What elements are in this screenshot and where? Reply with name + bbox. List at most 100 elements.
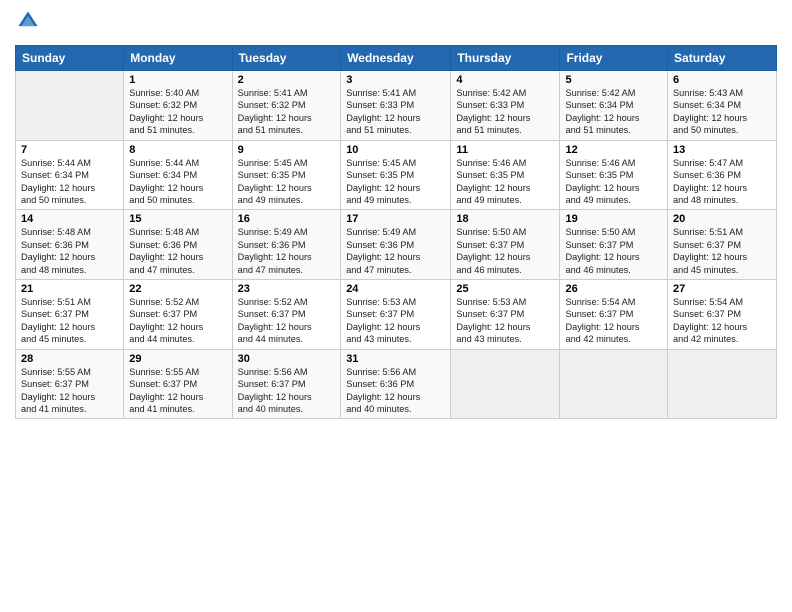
calendar-cell: 12Sunrise: 5:46 AM Sunset: 6:35 PM Dayli… bbox=[560, 140, 668, 210]
day-number: 17 bbox=[346, 213, 445, 225]
column-header-tuesday: Tuesday bbox=[232, 46, 341, 71]
day-info: Sunrise: 5:49 AM Sunset: 6:36 PM Dayligh… bbox=[238, 226, 336, 276]
day-number: 9 bbox=[238, 144, 336, 156]
calendar-cell: 19Sunrise: 5:50 AM Sunset: 6:37 PM Dayli… bbox=[560, 210, 668, 280]
calendar-cell: 14Sunrise: 5:48 AM Sunset: 6:36 PM Dayli… bbox=[16, 210, 124, 280]
calendar-cell bbox=[668, 349, 777, 419]
day-number: 30 bbox=[238, 353, 336, 365]
calendar-cell: 13Sunrise: 5:47 AM Sunset: 6:36 PM Dayli… bbox=[668, 140, 777, 210]
day-info: Sunrise: 5:54 AM Sunset: 6:37 PM Dayligh… bbox=[565, 296, 662, 346]
day-number: 3 bbox=[346, 74, 445, 86]
day-info: Sunrise: 5:53 AM Sunset: 6:37 PM Dayligh… bbox=[456, 296, 554, 346]
calendar-cell: 17Sunrise: 5:49 AM Sunset: 6:36 PM Dayli… bbox=[341, 210, 451, 280]
day-number: 21 bbox=[21, 283, 118, 295]
calendar-cell: 29Sunrise: 5:55 AM Sunset: 6:37 PM Dayli… bbox=[124, 349, 232, 419]
calendar-cell bbox=[560, 349, 668, 419]
day-number: 22 bbox=[129, 283, 226, 295]
calendar-cell: 2Sunrise: 5:41 AM Sunset: 6:32 PM Daylig… bbox=[232, 71, 341, 141]
day-number: 18 bbox=[456, 213, 554, 225]
day-info: Sunrise: 5:48 AM Sunset: 6:36 PM Dayligh… bbox=[129, 226, 226, 276]
day-info: Sunrise: 5:55 AM Sunset: 6:37 PM Dayligh… bbox=[129, 366, 226, 416]
day-number: 13 bbox=[673, 144, 771, 156]
day-info: Sunrise: 5:52 AM Sunset: 6:37 PM Dayligh… bbox=[129, 296, 226, 346]
calendar-cell: 28Sunrise: 5:55 AM Sunset: 6:37 PM Dayli… bbox=[16, 349, 124, 419]
week-row-2: 7Sunrise: 5:44 AM Sunset: 6:34 PM Daylig… bbox=[16, 140, 777, 210]
calendar-cell bbox=[16, 71, 124, 141]
calendar-body: 1Sunrise: 5:40 AM Sunset: 6:32 PM Daylig… bbox=[16, 71, 777, 419]
page-header bbox=[15, 10, 777, 37]
day-info: Sunrise: 5:52 AM Sunset: 6:37 PM Dayligh… bbox=[238, 296, 336, 346]
calendar-cell: 9Sunrise: 5:45 AM Sunset: 6:35 PM Daylig… bbox=[232, 140, 341, 210]
calendar-cell: 27Sunrise: 5:54 AM Sunset: 6:37 PM Dayli… bbox=[668, 280, 777, 350]
day-number: 12 bbox=[565, 144, 662, 156]
calendar-cell: 1Sunrise: 5:40 AM Sunset: 6:32 PM Daylig… bbox=[124, 71, 232, 141]
calendar-cell: 5Sunrise: 5:42 AM Sunset: 6:34 PM Daylig… bbox=[560, 71, 668, 141]
day-info: Sunrise: 5:50 AM Sunset: 6:37 PM Dayligh… bbox=[565, 226, 662, 276]
header-row: SundayMondayTuesdayWednesdayThursdayFrid… bbox=[16, 46, 777, 71]
day-number: 15 bbox=[129, 213, 226, 225]
week-row-3: 14Sunrise: 5:48 AM Sunset: 6:36 PM Dayli… bbox=[16, 210, 777, 280]
column-header-sunday: Sunday bbox=[16, 46, 124, 71]
column-header-monday: Monday bbox=[124, 46, 232, 71]
day-info: Sunrise: 5:41 AM Sunset: 6:32 PM Dayligh… bbox=[238, 87, 336, 137]
calendar-cell: 20Sunrise: 5:51 AM Sunset: 6:37 PM Dayli… bbox=[668, 210, 777, 280]
day-info: Sunrise: 5:46 AM Sunset: 6:35 PM Dayligh… bbox=[456, 157, 554, 207]
calendar-cell: 15Sunrise: 5:48 AM Sunset: 6:36 PM Dayli… bbox=[124, 210, 232, 280]
day-info: Sunrise: 5:51 AM Sunset: 6:37 PM Dayligh… bbox=[21, 296, 118, 346]
day-number: 11 bbox=[456, 144, 554, 156]
calendar-cell: 7Sunrise: 5:44 AM Sunset: 6:34 PM Daylig… bbox=[16, 140, 124, 210]
day-number: 6 bbox=[673, 74, 771, 86]
day-info: Sunrise: 5:51 AM Sunset: 6:37 PM Dayligh… bbox=[673, 226, 771, 276]
column-header-thursday: Thursday bbox=[451, 46, 560, 71]
calendar-cell: 26Sunrise: 5:54 AM Sunset: 6:37 PM Dayli… bbox=[560, 280, 668, 350]
calendar-cell: 31Sunrise: 5:56 AM Sunset: 6:36 PM Dayli… bbox=[341, 349, 451, 419]
day-number: 23 bbox=[238, 283, 336, 295]
calendar-cell: 3Sunrise: 5:41 AM Sunset: 6:33 PM Daylig… bbox=[341, 71, 451, 141]
calendar-header: SundayMondayTuesdayWednesdayThursdayFrid… bbox=[16, 46, 777, 71]
day-number: 8 bbox=[129, 144, 226, 156]
day-info: Sunrise: 5:56 AM Sunset: 6:36 PM Dayligh… bbox=[346, 366, 445, 416]
day-info: Sunrise: 5:45 AM Sunset: 6:35 PM Dayligh… bbox=[346, 157, 445, 207]
calendar-cell: 6Sunrise: 5:43 AM Sunset: 6:34 PM Daylig… bbox=[668, 71, 777, 141]
calendar-cell: 16Sunrise: 5:49 AM Sunset: 6:36 PM Dayli… bbox=[232, 210, 341, 280]
calendar-cell: 11Sunrise: 5:46 AM Sunset: 6:35 PM Dayli… bbox=[451, 140, 560, 210]
day-number: 28 bbox=[21, 353, 118, 365]
day-info: Sunrise: 5:40 AM Sunset: 6:32 PM Dayligh… bbox=[129, 87, 226, 137]
day-info: Sunrise: 5:43 AM Sunset: 6:34 PM Dayligh… bbox=[673, 87, 771, 137]
day-info: Sunrise: 5:44 AM Sunset: 6:34 PM Dayligh… bbox=[129, 157, 226, 207]
day-number: 7 bbox=[21, 144, 118, 156]
day-info: Sunrise: 5:45 AM Sunset: 6:35 PM Dayligh… bbox=[238, 157, 336, 207]
calendar-cell: 10Sunrise: 5:45 AM Sunset: 6:35 PM Dayli… bbox=[341, 140, 451, 210]
calendar-cell: 8Sunrise: 5:44 AM Sunset: 6:34 PM Daylig… bbox=[124, 140, 232, 210]
calendar-cell: 24Sunrise: 5:53 AM Sunset: 6:37 PM Dayli… bbox=[341, 280, 451, 350]
day-info: Sunrise: 5:46 AM Sunset: 6:35 PM Dayligh… bbox=[565, 157, 662, 207]
day-number: 31 bbox=[346, 353, 445, 365]
week-row-4: 21Sunrise: 5:51 AM Sunset: 6:37 PM Dayli… bbox=[16, 280, 777, 350]
day-info: Sunrise: 5:53 AM Sunset: 6:37 PM Dayligh… bbox=[346, 296, 445, 346]
week-row-5: 28 Sunrise: 5:55 AM Sunset: 6:37 PM Dayli… bbox=[16, 349, 777, 419]
calendar-cell: 21Sunrise: 5:51 AM Sunset: 6:37 PM Dayli… bbox=[16, 280, 124, 350]
column-header-friday: Friday bbox=[560, 46, 668, 71]
calendar-cell bbox=[451, 349, 560, 419]
calendar-cell: 22Sunrise: 5:52 AM Sunset: 6:37 PM Dayli… bbox=[124, 280, 232, 350]
day-number: 14 bbox=[21, 213, 118, 225]
day-info: Sunrise: 5:41 AM Sunset: 6:33 PM Dayligh… bbox=[346, 87, 445, 137]
day-info: Sunrise: 5:48 AM Sunset: 6:36 PM Dayligh… bbox=[21, 226, 118, 276]
calendar-cell: 30Sunrise: 5:56 AM Sunset: 6:37 PM Dayli… bbox=[232, 349, 341, 419]
day-number: 20 bbox=[673, 213, 771, 225]
day-number: 2 bbox=[238, 74, 336, 86]
calendar-cell: 23Sunrise: 5:52 AM Sunset: 6:37 PM Dayli… bbox=[232, 280, 341, 350]
calendar-cell: 4Sunrise: 5:42 AM Sunset: 6:33 PM Daylig… bbox=[451, 71, 560, 141]
day-info: Sunrise: 5:54 AM Sunset: 6:37 PM Dayligh… bbox=[673, 296, 771, 346]
day-info: Sunrise: 5:42 AM Sunset: 6:34 PM Dayligh… bbox=[565, 87, 662, 137]
day-info: Sunrise: 5:50 AM Sunset: 6:37 PM Dayligh… bbox=[456, 226, 554, 276]
calendar-cell: 25Sunrise: 5:53 AM Sunset: 6:37 PM Dayli… bbox=[451, 280, 560, 350]
day-info: Sunrise: 5:47 AM Sunset: 6:36 PM Dayligh… bbox=[673, 157, 771, 207]
day-number: 25 bbox=[456, 283, 554, 295]
day-info: Sunrise: 5:56 AM Sunset: 6:37 PM Dayligh… bbox=[238, 366, 336, 416]
week-row-1: 1Sunrise: 5:40 AM Sunset: 6:32 PM Daylig… bbox=[16, 71, 777, 141]
day-info: Sunrise: 5:44 AM Sunset: 6:34 PM Dayligh… bbox=[21, 157, 118, 207]
day-number: 19 bbox=[565, 213, 662, 225]
day-number: 27 bbox=[673, 283, 771, 295]
day-number: 16 bbox=[238, 213, 336, 225]
